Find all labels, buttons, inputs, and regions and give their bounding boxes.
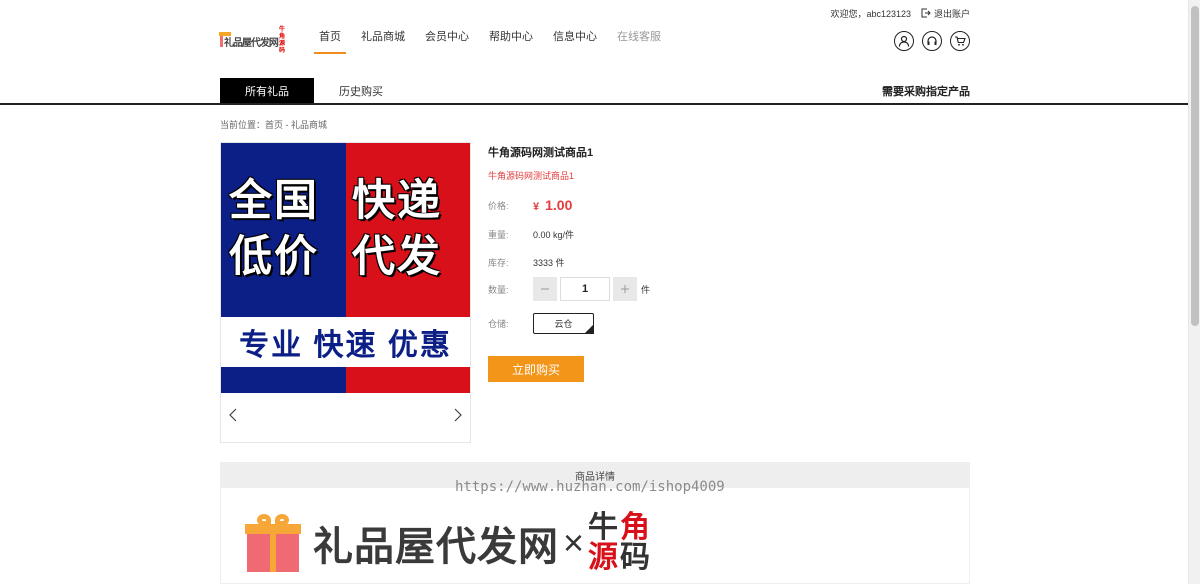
price-label: 价格: bbox=[488, 200, 509, 211]
warehouse-option-label: 云仓 bbox=[554, 319, 573, 329]
watermark-text: https://www.huzhan.com/ishop4009 bbox=[455, 479, 725, 495]
brand-char: 牛 bbox=[588, 511, 619, 544]
logout-label: 退出账户 bbox=[933, 8, 970, 19]
stock-label: 库存: bbox=[488, 258, 509, 268]
header-icons bbox=[894, 31, 970, 51]
tab-purchase-history[interactable]: 历史购买 bbox=[314, 78, 408, 103]
weight-value: 0.00 kg/件 bbox=[533, 230, 575, 240]
nav-online-service[interactable]: 在线客服 bbox=[607, 26, 671, 56]
stock-value: 3333 件 bbox=[533, 258, 565, 268]
brand-char: 角 bbox=[620, 511, 651, 544]
logo-text: 礼品屋代发网 bbox=[223, 37, 279, 49]
breadcrumb: 当前位置：首页 - 礼品商城 bbox=[220, 120, 327, 130]
product-info: 牛角源码网测试商品1 牛角源码网测试商品1 价格: ¥1.00 重量: 0.00… bbox=[488, 142, 968, 382]
price-amount: 1.00 bbox=[545, 197, 573, 213]
banner-strip-text: 专业 快速 优惠 bbox=[221, 317, 470, 367]
detail-banner: 礼品屋代发网 × 牛 角 源 码 bbox=[245, 511, 652, 575]
nav-member-center[interactable]: 会员中心 bbox=[415, 26, 479, 56]
welcome-text: 欢迎您，abc123123 bbox=[830, 8, 911, 19]
quantity-label: 数量: bbox=[488, 284, 509, 295]
check-icon: ✓ bbox=[586, 326, 592, 332]
nav-info-center[interactable]: 信息中心 bbox=[543, 26, 607, 56]
headset-icon[interactable] bbox=[922, 31, 942, 51]
gift-icon bbox=[219, 32, 231, 47]
banner-left-text: 全国低价 bbox=[229, 177, 319, 281]
minus-icon bbox=[541, 288, 549, 290]
site-header: 礼品屋代发网 牛角源码 首页 礼品商城 会员中心 帮助中心 信息中心 在线客服 bbox=[219, 26, 970, 56]
quantity-row: 数量: 1 件 bbox=[488, 277, 650, 301]
quantity-unit: 件 bbox=[641, 284, 651, 295]
quantity-input[interactable]: 1 bbox=[560, 277, 610, 301]
detail-times-sign: × bbox=[563, 522, 585, 563]
chevron-left-icon[interactable] bbox=[229, 408, 237, 427]
quantity-decrease-button[interactable] bbox=[533, 277, 557, 301]
weight-label: 重量: bbox=[488, 230, 509, 240]
weight-row: 重量: 0.00 kg/件 bbox=[488, 228, 574, 241]
cart-icon[interactable] bbox=[950, 31, 970, 51]
brand-char: 源 bbox=[588, 541, 619, 574]
warehouse-label: 仓储: bbox=[488, 319, 509, 329]
nav-help-center[interactable]: 帮助中心 bbox=[479, 26, 543, 56]
logout-icon bbox=[921, 8, 931, 18]
logo-mini-text: 牛角源码 bbox=[278, 27, 285, 54]
brand-char: 码 bbox=[620, 541, 651, 574]
plus-icon bbox=[621, 285, 629, 293]
category-tabs: 所有礼品 历史购买 需要采购指定产品 bbox=[220, 78, 970, 103]
warehouse-option[interactable]: 云仓 ✓ bbox=[533, 313, 594, 334]
tabs-divider bbox=[0, 103, 1188, 105]
nav-gift-mall[interactable]: 礼品商城 bbox=[351, 26, 415, 56]
top-bar: 欢迎您，abc123123 退出账户 bbox=[220, 6, 970, 20]
nav-home[interactable]: 首页 bbox=[309, 26, 351, 56]
currency-symbol: ¥ bbox=[533, 201, 540, 213]
scrollbar-thumb[interactable] bbox=[1191, 6, 1199, 326]
product-title: 牛角源码网测试商品1 bbox=[488, 147, 594, 159]
price-row: 价格: ¥1.00 bbox=[488, 197, 572, 213]
product-gallery: 全国低价 快递代发 专业 快速 优惠 bbox=[220, 142, 471, 443]
banner-right-text: 快递代发 bbox=[352, 177, 442, 281]
detail-brand-name: 礼品屋代发网 bbox=[313, 525, 559, 569]
warehouse-row: 仓储: 云仓 ✓ bbox=[488, 313, 594, 334]
tab-all-gifts[interactable]: 所有礼品 bbox=[220, 78, 314, 103]
product-subtitle: 牛角源码网测试商品1 bbox=[488, 171, 575, 181]
page-scrollbar[interactable] bbox=[1188, 0, 1200, 584]
product-image: 全国低价 快递代发 专业 快速 优惠 bbox=[221, 143, 470, 393]
chevron-right-icon[interactable] bbox=[454, 408, 462, 427]
logout-link[interactable]: 退出账户 bbox=[921, 7, 970, 20]
quantity-increase-button[interactable] bbox=[613, 277, 637, 301]
gift-box-icon bbox=[245, 514, 301, 572]
user-icon[interactable] bbox=[894, 31, 914, 51]
main-nav: 首页 礼品商城 会员中心 帮助中心 信息中心 在线客服 bbox=[309, 26, 671, 56]
detail-brand-mark: 牛 角 源 码 bbox=[588, 513, 652, 573]
price-value: ¥1.00 bbox=[533, 197, 572, 213]
site-logo[interactable]: 礼品屋代发网 牛角源码 bbox=[219, 27, 286, 54]
request-specific-product-link[interactable]: 需要采购指定产品 bbox=[882, 78, 970, 103]
stock-row: 库存: 3333 件 bbox=[488, 256, 565, 269]
buy-now-button[interactable]: 立即购买 bbox=[488, 356, 584, 382]
product-detail-section: 商品详情 https://www.huzhan.com/ishop4009 礼品… bbox=[220, 462, 970, 584]
